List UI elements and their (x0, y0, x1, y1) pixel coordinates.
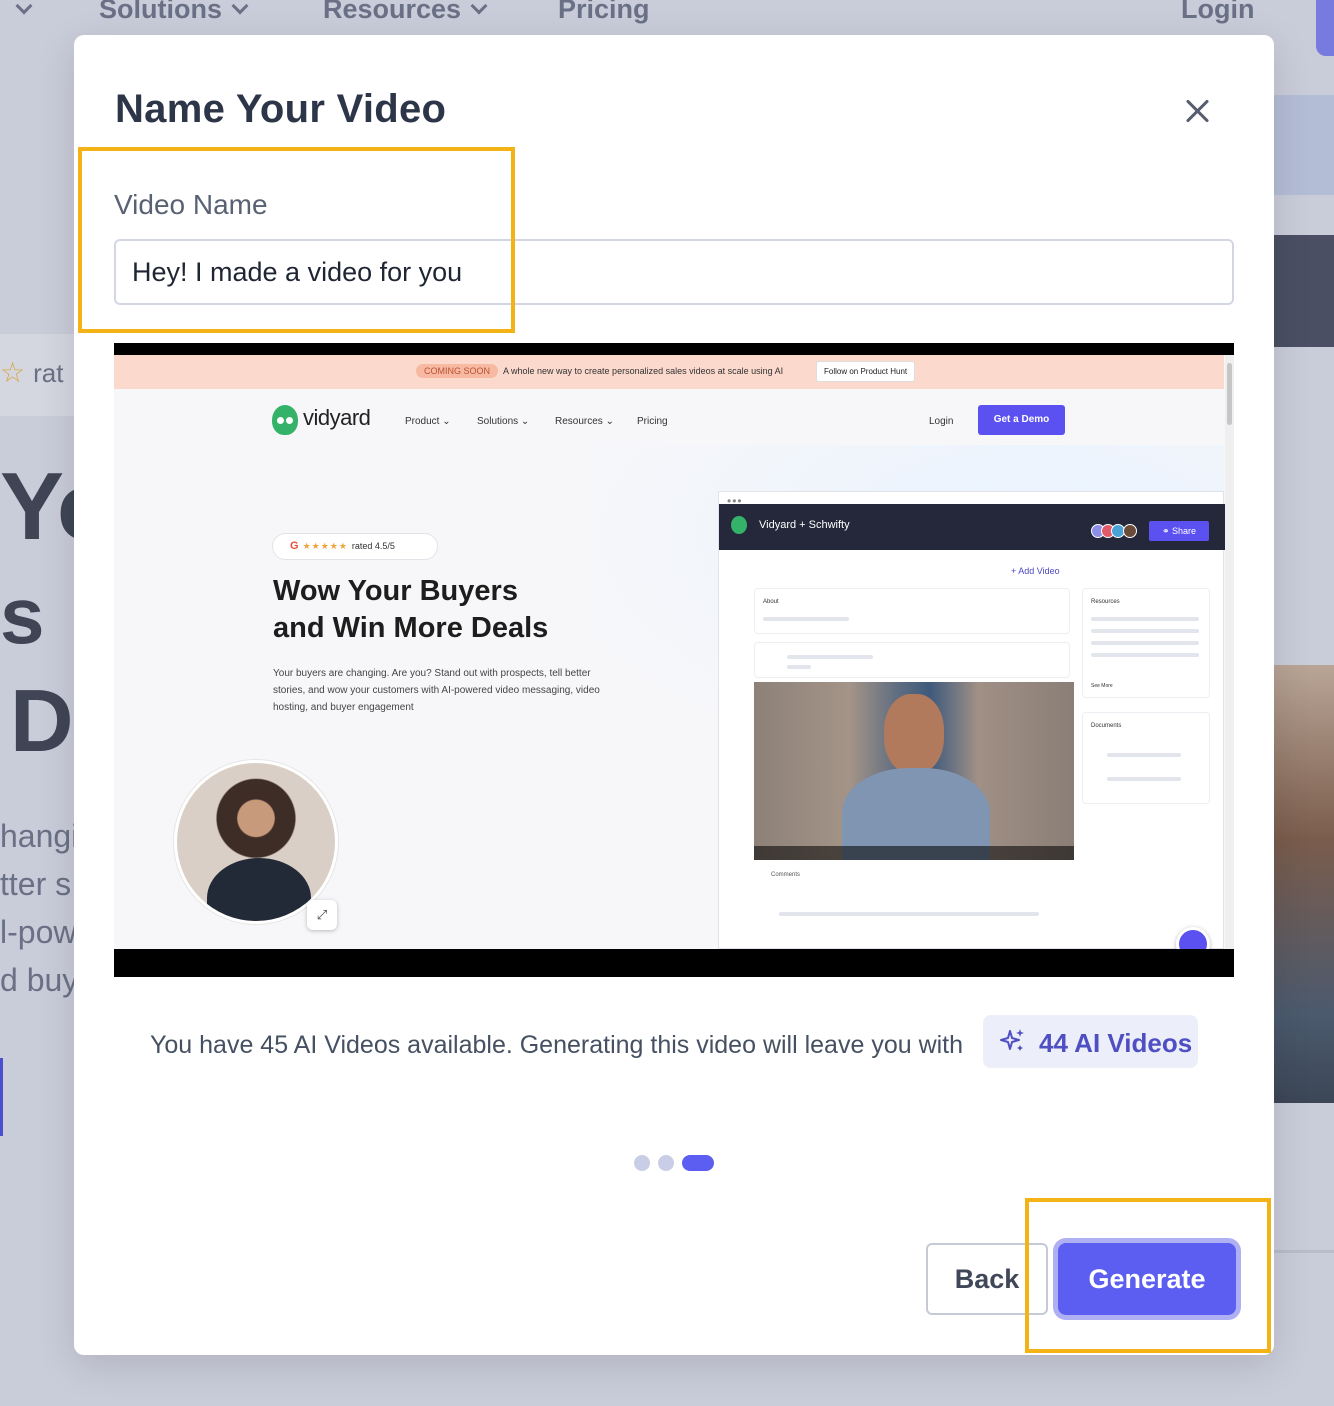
placeholder-line (1107, 753, 1181, 757)
preview-video-player (754, 682, 1074, 860)
background-divider (1274, 1250, 1334, 1253)
collaborator-avatars (1091, 524, 1143, 538)
credits-text: You have 45 AI Videos available. Generat… (150, 1031, 964, 1059)
preview-coming-soon-badge: COMING SOON (416, 364, 499, 378)
background-body-1: hangi (0, 818, 79, 854)
background-headline-2: s (0, 571, 45, 660)
placeholder-line (779, 912, 1039, 916)
preview-resources-card: Resources See More (1082, 588, 1210, 698)
preview-headline: Wow Your Buyers and Win More Deals (273, 575, 549, 644)
pager-dot-2 (658, 1155, 674, 1171)
preview-about-label: About (763, 599, 779, 605)
expand-icon: ⤢ (307, 900, 337, 930)
star-icon: ☆ (0, 357, 26, 388)
preview-body: Your buyers are changing. Are you? Stand… (273, 668, 600, 713)
background-nav-login: Login (1181, 0, 1255, 24)
background-nav-pricing: Pricing (558, 0, 650, 24)
background-rated: ☆ rat (0, 357, 64, 388)
back-button[interactable]: Back (926, 1243, 1048, 1315)
preview-documents-label: Documents (1091, 723, 1122, 729)
plus-icon: + (1011, 566, 1017, 576)
preview-login: Login (929, 416, 954, 427)
preview-app-window: ••• Vidyard + Schwifty ⚭ Share + Add Vid… (718, 491, 1225, 949)
preview-banner: COMING SOON A whole new way to create pe… (114, 355, 1224, 389)
preview-see-more: See More (1091, 683, 1113, 689)
modal-title: Name Your Video (115, 87, 447, 131)
name-video-modal: Name Your Video Video Name COMING SOON A… (74, 35, 1274, 1355)
link-icon: ⚭ (1161, 526, 1170, 536)
placeholder-line (1091, 629, 1199, 633)
generate-button[interactable]: Generate (1058, 1243, 1236, 1315)
preview-rated-badge: G ★★★★★ rated 4.5/5 (272, 533, 438, 560)
background-decor (1274, 95, 1334, 195)
pager-dot-3-active (682, 1155, 714, 1171)
sparkle-icon (1000, 1029, 1024, 1051)
close-icon[interactable] (1182, 95, 1214, 127)
preview-nav-solutions: Solutions ⌄ (477, 416, 530, 427)
preview-video-card (754, 642, 1070, 678)
preview-app-header: Vidyard + Schwifty ⚭ Share (719, 504, 1225, 550)
placeholder-line (1091, 641, 1199, 645)
background-cta (0, 1058, 3, 1136)
video-preview: COMING SOON A whole new way to create pe… (114, 343, 1234, 977)
step-pager (634, 1155, 724, 1171)
preview-resources-label: Resources (1091, 599, 1120, 605)
preview-about-card: About (754, 588, 1070, 634)
credits-remaining: 44 AI Videos (1039, 1028, 1193, 1058)
preview-demo-button: Get a Demo (978, 405, 1065, 435)
placeholder-line (1091, 617, 1199, 621)
preview-page: COMING SOON A whole new way to create pe… (114, 355, 1234, 949)
preview-nav-pricing: Pricing (637, 416, 668, 427)
preview-comments-label: Comments (771, 872, 801, 878)
background-body-4: d buy (0, 962, 79, 998)
preview-banner-text: A whole new way to create personalized s… (503, 366, 784, 376)
preview-add-video: + Add Video (1011, 566, 1060, 576)
video-controls (754, 846, 1074, 860)
background-photo (1274, 665, 1334, 1103)
background-decor (1274, 235, 1334, 347)
presenter-head (884, 694, 944, 774)
g2-icon: G (290, 540, 299, 552)
preview-documents-card: Documents (1082, 712, 1210, 804)
background-body-2: tter s (0, 866, 72, 902)
preview-scrollbar (1225, 355, 1234, 949)
placeholder-line (787, 665, 811, 669)
credits-badge: 44 AI Videos (983, 1015, 1198, 1068)
background-headline-3: D (10, 671, 74, 770)
video-name-label: Video Name (114, 189, 268, 220)
background-nav-solutions: Solutions (99, 0, 249, 25)
pager-dot-1 (634, 1155, 650, 1171)
preview-follow-button: Follow on Product Hunt (816, 361, 916, 382)
placeholder-line (763, 617, 849, 621)
background-nav-resources: Resources (323, 0, 488, 25)
preview-nav-resources: Resources ⌄ (555, 416, 614, 427)
video-name-input[interactable] (114, 239, 1234, 305)
preview-share-button: ⚭ Share (1149, 521, 1209, 541)
vidyard-logo-icon (731, 516, 747, 534)
preview-app-title: Vidyard + Schwifty (759, 519, 850, 531)
vidyard-logo-icon (272, 405, 298, 435)
placeholder-line (787, 655, 873, 659)
preview-nav-product: Product ⌄ (405, 416, 451, 427)
preview-scrollbar-thumb (1227, 363, 1232, 425)
background-nav: Solutions Resources Pricing Login (0, 0, 1334, 36)
background-chevron-icon (6, 0, 33, 25)
background-demo-button (1316, 0, 1334, 56)
stars-icon: ★★★★★ (302, 541, 348, 551)
preview-logo: vidyard (303, 405, 371, 430)
placeholder-line (1107, 777, 1181, 781)
placeholder-line (1091, 653, 1199, 657)
background-body-3: l-pow (0, 914, 77, 950)
